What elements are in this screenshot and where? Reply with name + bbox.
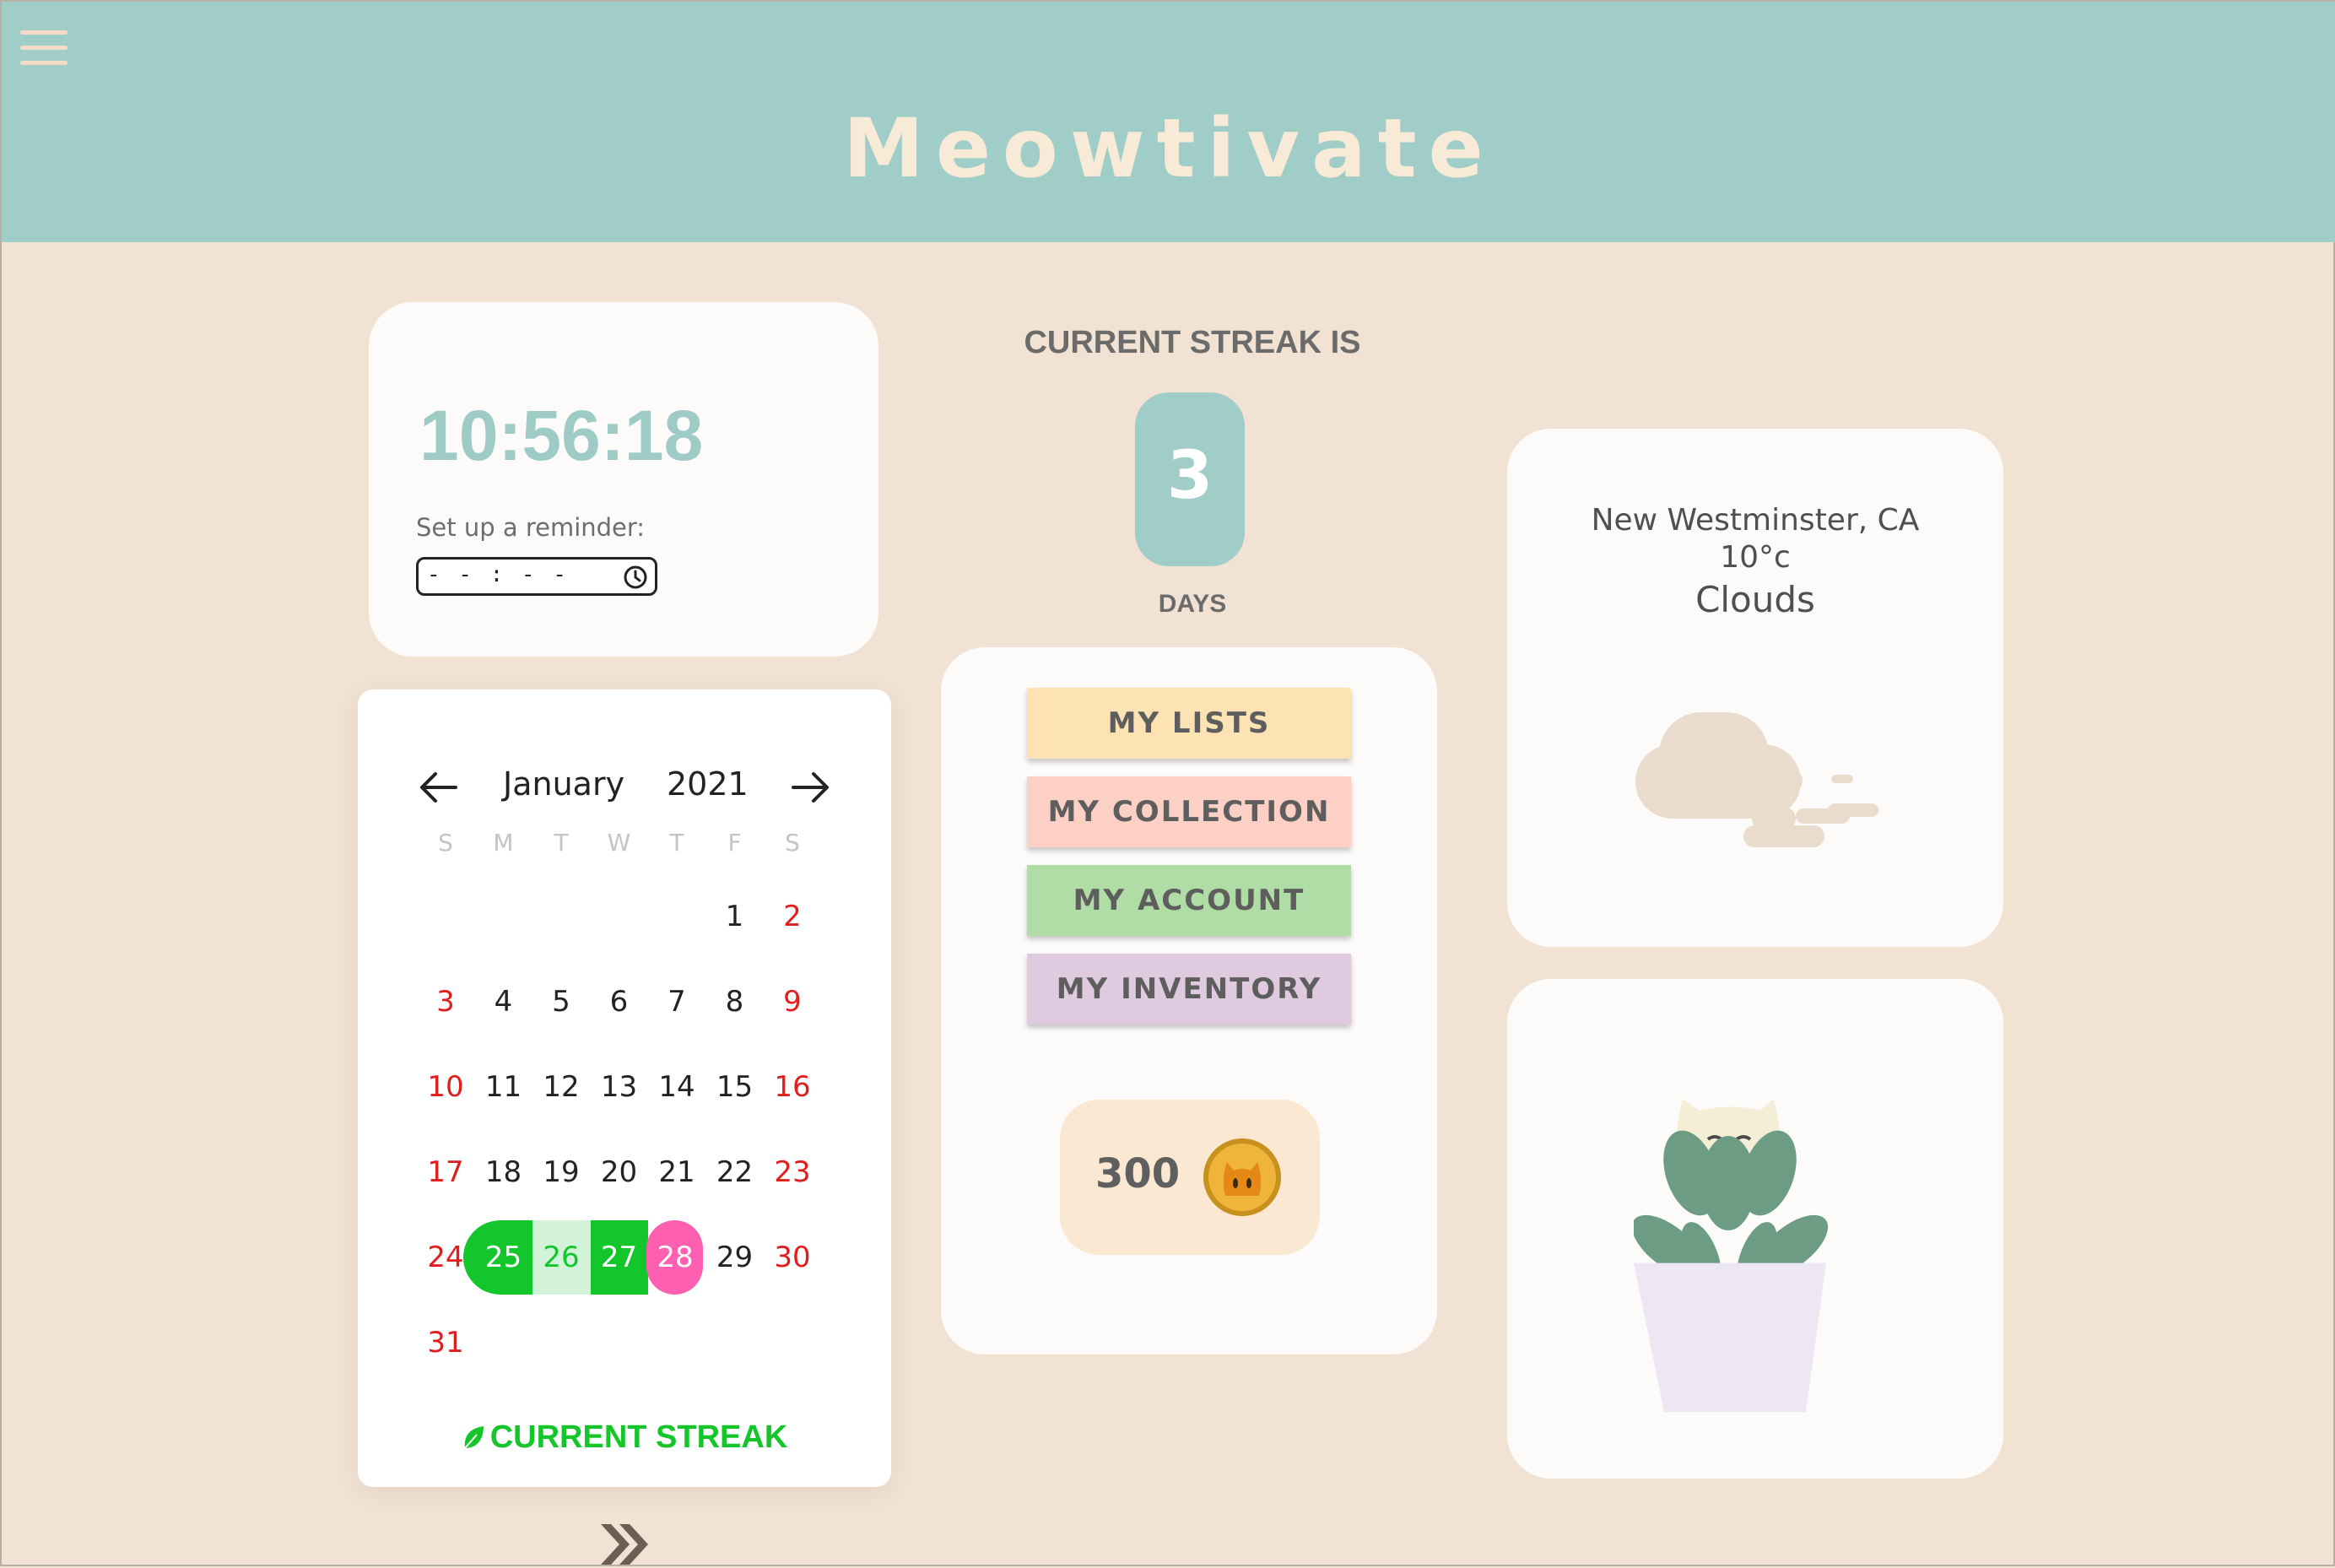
- calendar-day[interactable]: 5: [532, 965, 590, 1039]
- current-time: 10:56:18: [419, 396, 704, 475]
- legend-label: CURRENT STREAK: [489, 1419, 788, 1455]
- calendar-day[interactable]: 16: [764, 1050, 821, 1124]
- potted-succulent-cat-icon: [1634, 1099, 1829, 1413]
- calendar-day[interactable]: 28: [646, 1220, 704, 1295]
- clock-card: 10:56:18 Set up a reminder: - - : - -: [369, 302, 878, 657]
- weekday-header: T: [554, 829, 569, 857]
- calendar-day[interactable]: 22: [706, 1135, 764, 1209]
- calendar-day[interactable]: 7: [648, 965, 705, 1039]
- my-inventory-button[interactable]: MY INVENTORY: [1027, 954, 1351, 1025]
- calendar-day[interactable]: 29: [706, 1220, 764, 1295]
- weather-card: New Westminster, CA 10°c Clouds: [1507, 429, 2003, 947]
- clouds-icon: [1635, 712, 1878, 847]
- calendar-day[interactable]: 13: [591, 1050, 648, 1124]
- calendar-year[interactable]: 2021: [667, 765, 749, 803]
- weekday-header: W: [607, 829, 631, 857]
- app-title: Meowtivate: [843, 101, 1495, 196]
- cat-coin-icon: [1203, 1138, 1281, 1216]
- menu-card: MY LISTS MY COLLECTION MY ACCOUNT MY INV…: [941, 647, 1437, 1354]
- calendar-day[interactable]: 12: [532, 1050, 590, 1124]
- calendar-day[interactable]: 26: [532, 1220, 590, 1295]
- calendar-day[interactable]: 23: [764, 1135, 821, 1209]
- streak-badge: 3: [1135, 392, 1245, 566]
- calendar-day[interactable]: 20: [591, 1135, 648, 1209]
- my-account-button[interactable]: MY ACCOUNT: [1027, 865, 1351, 936]
- calendar-day[interactable]: 30: [764, 1220, 821, 1295]
- leaf-icon: [463, 1426, 484, 1449]
- calendar-day[interactable]: 4: [475, 965, 532, 1039]
- weekday-header: T: [669, 829, 684, 857]
- calendar-day[interactable]: 25: [475, 1220, 532, 1295]
- my-collection-button[interactable]: MY COLLECTION: [1027, 776, 1351, 847]
- prev-month-arrow-icon[interactable]: [417, 769, 459, 806]
- reminder-label: Set up a reminder:: [416, 513, 646, 542]
- current-streak-legend: CURRENT STREAK: [358, 1419, 891, 1456]
- plant-card: [1507, 979, 2003, 1479]
- calendar-day[interactable]: 17: [417, 1135, 474, 1209]
- calendar-day[interactable]: 8: [706, 965, 764, 1039]
- calendar-day[interactable]: 2: [764, 879, 821, 954]
- calendar-day[interactable]: 27: [591, 1220, 648, 1295]
- calendar-day[interactable]: 6: [591, 965, 648, 1039]
- coin-balance: 300: [1060, 1100, 1320, 1255]
- calendar-day[interactable]: 19: [532, 1135, 590, 1209]
- calendar-day[interactable]: 14: [648, 1050, 705, 1124]
- app-header: Meowtivate: [2, 2, 2335, 242]
- clock-icon[interactable]: [623, 565, 648, 590]
- weekday-header: F: [727, 829, 742, 857]
- weekday-header: S: [438, 829, 453, 857]
- calendar-day[interactable]: 21: [648, 1135, 705, 1209]
- calendar-month[interactable]: January: [503, 765, 624, 803]
- reminder-time-placeholder: - - : - -: [427, 562, 569, 587]
- calendar-day[interactable]: 31: [417, 1306, 474, 1380]
- calendar-day[interactable]: 10: [417, 1050, 474, 1124]
- calendar-day[interactable]: 11: [475, 1050, 532, 1124]
- calendar-day[interactable]: 24: [417, 1220, 474, 1295]
- calendar-card: January 2021 S M T W T F S 1 2 3 4 5 6 7 8 9 10 11 12 13 14 1…: [358, 689, 891, 1487]
- streak-count: 3: [1166, 438, 1213, 514]
- coin-count: 300: [1095, 1150, 1181, 1198]
- weather-city: New Westminster, CA: [1591, 503, 1920, 538]
- my-lists-button[interactable]: MY LISTS: [1027, 688, 1351, 759]
- weather-temperature: 10°c: [1720, 540, 1791, 575]
- next-month-arrow-icon[interactable]: [790, 769, 832, 806]
- weekday-header: S: [785, 829, 800, 857]
- calendar-day[interactable]: 1: [706, 879, 764, 954]
- streak-title: CURRENT STREAK IS: [1024, 325, 1361, 360]
- double-chevron-right-icon[interactable]: [597, 1521, 651, 1568]
- weather-condition: Clouds: [1695, 579, 1815, 620]
- weekday-header: M: [493, 829, 514, 857]
- calendar-day[interactable]: 9: [764, 965, 821, 1039]
- calendar-day[interactable]: 3: [417, 965, 474, 1039]
- reminder-time-input[interactable]: - - : - -: [416, 557, 657, 596]
- calendar-day[interactable]: 18: [475, 1135, 532, 1209]
- hamburger-menu-icon[interactable]: [20, 30, 68, 69]
- calendar-day[interactable]: 15: [706, 1050, 764, 1124]
- calendar-header: January 2021: [358, 757, 891, 816]
- streak-unit: DAYS: [1158, 590, 1227, 618]
